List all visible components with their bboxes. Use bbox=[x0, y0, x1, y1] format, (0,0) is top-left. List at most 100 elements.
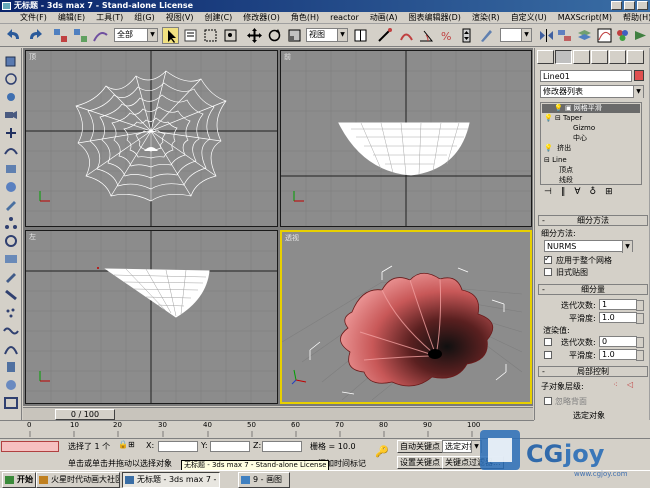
bind-spacewarp-icon[interactable] bbox=[92, 27, 109, 44]
align-icon[interactable] bbox=[556, 27, 573, 44]
scale-icon[interactable] bbox=[286, 27, 303, 44]
rollout-subdivision-method[interactable]: - 细分方法 bbox=[538, 215, 648, 226]
display-icon[interactable] bbox=[3, 252, 19, 266]
rollout-local-control[interactable]: - 局部控制 bbox=[538, 366, 648, 377]
percent-snap-icon[interactable]: % bbox=[438, 27, 455, 44]
edit-named-selection-icon[interactable] bbox=[478, 27, 495, 44]
remove-modifier-icon[interactable]: ♁ bbox=[590, 187, 597, 201]
utilities-tab-icon[interactable] bbox=[627, 50, 644, 64]
stack-item-vertex[interactable]: 顶点 bbox=[543, 166, 573, 175]
angle-snap-icon[interactable] bbox=[418, 27, 435, 44]
taskbar-item-browser[interactable]: 火星时代动画大社区 - ... bbox=[36, 472, 120, 488]
render-smoothness-spinner[interactable]: 1.0 bbox=[599, 349, 644, 361]
object-icon[interactable] bbox=[3, 360, 19, 374]
reference-coord-dropdown[interactable]: 视图 ▼ bbox=[306, 28, 348, 42]
viewport-front[interactable]: 前 bbox=[280, 50, 532, 227]
lock-selection-icon[interactable]: 🔒 bbox=[118, 440, 128, 449]
ignore-backface-checkbox[interactable] bbox=[544, 397, 552, 405]
smoothness-spinner[interactable]: 1.0 bbox=[599, 312, 644, 324]
stack-item-segment[interactable]: 线段 bbox=[543, 176, 573, 185]
modify-icon[interactable] bbox=[3, 198, 19, 212]
object-name-field[interactable]: Line01 bbox=[540, 70, 632, 82]
minimize-button[interactable] bbox=[611, 1, 622, 10]
taskbar-item-3dsmax[interactable]: 无标题 - 3ds max 7 - St... bbox=[122, 472, 220, 488]
viewport-label-perspective[interactable]: 透视 bbox=[285, 233, 299, 243]
stack-item-line[interactable]: ⊟ Line bbox=[543, 156, 567, 165]
set-key-button[interactable]: 设置关键点 bbox=[397, 456, 443, 469]
viewport-label-top[interactable]: 顶 bbox=[29, 52, 36, 62]
auto-key-button[interactable]: 自动关键点 bbox=[397, 440, 443, 453]
vertex-level-icon[interactable]: ⁖ bbox=[613, 380, 618, 389]
window-crossing-icon[interactable] bbox=[222, 27, 239, 44]
menu-modifiers[interactable]: 修改器(O) bbox=[239, 12, 287, 23]
viewport-left[interactable]: 左 bbox=[25, 230, 278, 404]
old-style-mapping-checkbox[interactable] bbox=[544, 268, 552, 276]
key-icon[interactable]: 🔑 bbox=[375, 445, 389, 458]
viewport-perspective[interactable]: 透视 bbox=[280, 230, 532, 404]
select-link-icon[interactable] bbox=[52, 27, 69, 44]
y-coordinate-field[interactable] bbox=[210, 441, 250, 452]
particle-icon[interactable] bbox=[3, 306, 19, 320]
rect-selection-icon[interactable] bbox=[202, 27, 219, 44]
motion-tab-icon[interactable] bbox=[591, 50, 608, 64]
menu-customize[interactable]: 自定义(U) bbox=[507, 12, 554, 23]
taskbar-item-paint[interactable]: 9 - 画图 bbox=[238, 472, 290, 488]
render-setup-icon[interactable] bbox=[3, 396, 19, 410]
systems-icon[interactable] bbox=[3, 162, 19, 176]
bone-icon[interactable] bbox=[3, 288, 19, 302]
render-icon[interactable] bbox=[632, 27, 649, 44]
show-end-result-icon[interactable]: ‖ bbox=[561, 187, 566, 201]
mirror-icon[interactable] bbox=[538, 27, 555, 44]
spinner-snap-icon[interactable] bbox=[458, 27, 475, 44]
material-icon[interactable] bbox=[3, 378, 19, 392]
display-tab-icon[interactable] bbox=[609, 50, 626, 64]
menu-maxscript[interactable]: MAXScript(M) bbox=[554, 12, 619, 23]
create-box-icon[interactable] bbox=[3, 54, 19, 68]
iterations-spinner[interactable]: 1 bbox=[599, 299, 644, 311]
shapes-icon[interactable] bbox=[3, 72, 19, 86]
render-iterations-checkbox[interactable] bbox=[544, 338, 552, 346]
track-bar[interactable]: 0 10 20 30 40 50 60 70 80 90 100 bbox=[0, 420, 534, 438]
path-icon[interactable] bbox=[3, 342, 19, 356]
z-coordinate-field[interactable] bbox=[262, 441, 302, 452]
selected-object-dropdown[interactable]: 选定对象 ▼ bbox=[442, 440, 482, 453]
geosphere-icon[interactable] bbox=[3, 180, 19, 194]
select-manipulate-icon[interactable] bbox=[376, 27, 393, 44]
hierarchy-tab-icon[interactable] bbox=[573, 50, 590, 64]
hierarchy-icon[interactable] bbox=[3, 216, 19, 230]
menu-edit[interactable]: 编辑(E) bbox=[54, 12, 92, 23]
start-button[interactable]: 开始 bbox=[2, 472, 36, 488]
x-coordinate-field[interactable] bbox=[158, 441, 198, 452]
render-iterations-spinner[interactable]: 0 bbox=[599, 336, 644, 348]
configure-sets-icon[interactable]: ⊞ bbox=[605, 187, 613, 201]
object-color-swatch[interactable] bbox=[634, 70, 644, 81]
material-editor-icon[interactable] bbox=[614, 27, 631, 44]
stack-item-center[interactable]: 中心 bbox=[543, 134, 587, 143]
layer-manager-icon[interactable] bbox=[576, 27, 593, 44]
viewport-top[interactable]: 顶 bbox=[25, 50, 278, 227]
spacewarps-icon[interactable] bbox=[3, 144, 19, 158]
time-slider-track[interactable]: 0 / 100 bbox=[23, 407, 533, 420]
maxscript-listener-field[interactable] bbox=[1, 441, 59, 452]
pivot-center-icon[interactable] bbox=[352, 27, 369, 44]
snap-toggle-icon[interactable] bbox=[398, 27, 415, 44]
stack-item-meshsmooth[interactable]: 💡 ▣ 网格平滑 bbox=[542, 104, 640, 113]
create-tab-icon[interactable] bbox=[537, 50, 554, 64]
redo-icon[interactable] bbox=[26, 27, 43, 44]
menu-file[interactable]: 文件(F) bbox=[16, 12, 54, 23]
stack-item-gizmo[interactable]: Gizmo bbox=[543, 124, 595, 133]
menu-group[interactable]: 组(G) bbox=[130, 12, 161, 23]
menu-character[interactable]: 角色(H) bbox=[287, 12, 326, 23]
rollout-subdivision-amount[interactable]: - 细分量 bbox=[538, 284, 648, 295]
modifier-list-dropdown[interactable]: 修改器列表 ▼ bbox=[540, 85, 644, 98]
menu-rendering[interactable]: 渲染(R) bbox=[468, 12, 507, 23]
menu-create[interactable]: 创建(C) bbox=[200, 12, 239, 23]
lights-icon[interactable] bbox=[3, 90, 19, 104]
wave-icon[interactable] bbox=[3, 324, 19, 338]
curve-editor-icon[interactable] bbox=[596, 27, 613, 44]
close-button[interactable] bbox=[637, 1, 648, 10]
menu-graph-editors[interactable]: 图表编辑器(D) bbox=[404, 12, 467, 23]
viewport-label-left[interactable]: 左 bbox=[29, 232, 36, 242]
maximize-button[interactable] bbox=[624, 1, 635, 10]
helpers-icon[interactable] bbox=[3, 126, 19, 140]
